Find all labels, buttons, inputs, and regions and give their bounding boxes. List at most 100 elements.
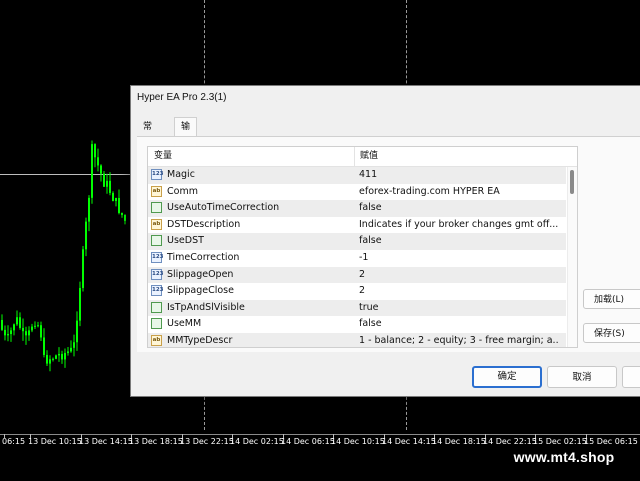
str-type-icon: ab [151, 185, 162, 197]
time-tick-label: 14 Dec 06:15 [281, 437, 335, 446]
candle-body [28, 330, 30, 336]
inputs-table: 变量 赋值 123 Magic 411 ab Comm eforex-trading.co… [147, 146, 578, 348]
candle-body [10, 330, 12, 335]
candle-body [19, 317, 21, 328]
table-row[interactable]: 123 Magic 411 [148, 167, 566, 184]
candle-body [43, 337, 45, 355]
candle-body [115, 197, 117, 201]
load-button[interactable]: 加载(L) [583, 289, 640, 309]
parameter-value[interactable]: 2 [359, 283, 559, 300]
candle-body [40, 325, 42, 338]
candle-body [13, 324, 15, 331]
candle-body [31, 326, 33, 331]
candle-body [70, 347, 72, 352]
bool-type-icon [151, 235, 162, 247]
candle-body [55, 355, 57, 359]
int-type-icon: 123 [151, 169, 163, 180]
parameter-value[interactable]: 2 [359, 267, 559, 284]
parameter-value[interactable]: 411 [359, 167, 559, 184]
table-row[interactable]: 123 SlippageClose 2 [148, 283, 566, 300]
time-tick-label: 13 Dec 10:15 [28, 437, 82, 446]
parameter-value[interactable]: eforex-trading.com HYPER EA [359, 184, 559, 201]
time-tick-label: 13 Dec 18:15 [129, 437, 183, 446]
parameter-name: Magic [167, 169, 195, 180]
parameter-name: UseDST [167, 235, 204, 247]
scrollbar-thumb[interactable] [570, 170, 574, 194]
bool-type-icon [151, 202, 162, 214]
parameter-name: UseMM [167, 318, 202, 330]
candle-body [46, 354, 48, 364]
parameter-name: SlippageOpen [167, 268, 234, 280]
candle-body [16, 317, 18, 325]
table-row[interactable]: ab MMTypeDescr 1 - balance; 2 - equity; 3 … [148, 332, 566, 347]
parameter-value[interactable]: -1 [359, 250, 559, 267]
int-type-icon: 123 [151, 268, 163, 280]
candle-body [82, 249, 84, 288]
candle-body [52, 358, 54, 360]
candle-body [34, 325, 36, 327]
table-row[interactable]: ab Comm eforex-trading.com HYPER EA [148, 184, 566, 201]
str-type-icon: ab [151, 218, 162, 230]
table-row[interactable]: UseAutoTimeCorrection false [148, 200, 566, 217]
candle-body [37, 325, 39, 327]
table-header: 变量 赋值 [148, 147, 577, 167]
candlesticks [1, 140, 126, 372]
time-tick-label: 14 Dec 14:15 [382, 437, 436, 446]
str-type-icon: ab [151, 334, 162, 346]
parameter-value[interactable]: 1 - balance; 2 - equity; 3 - free margin… [359, 333, 559, 347]
parameter-value[interactable]: Indicates if your broker changes gmt off… [359, 217, 559, 234]
candle-body [121, 212, 123, 215]
tab-inputs[interactable]: 输入参数 [174, 117, 198, 186]
int-type-icon: 123 [151, 285, 163, 297]
table-body: 123 Magic 411 ab Comm eforex-trading.com HYPE… [148, 167, 566, 347]
bool-type-icon [151, 318, 162, 330]
ea-properties-dialog: Hyper EA Pro 2.3(1) 常用 输入参数 变量 赋值 123 Mag… [130, 85, 640, 397]
reset-button[interactable] [622, 366, 640, 388]
candle-body [4, 329, 6, 336]
time-tick-label: 14 Dec 10:15 [331, 437, 385, 446]
candle-body [22, 327, 24, 332]
bool-type-icon [151, 301, 162, 313]
ok-button[interactable]: 确定 [472, 366, 542, 388]
parameter-value[interactable]: false [359, 233, 559, 250]
cancel-button[interactable]: 取消 [547, 366, 617, 388]
candle-body [61, 353, 63, 360]
candle-body [64, 352, 66, 360]
table-row[interactable]: UseDST false [148, 233, 566, 250]
candle-body [109, 180, 111, 193]
parameter-name: IsTpAndSlVisible [167, 301, 245, 313]
column-header-value[interactable]: 赋值 [360, 147, 378, 166]
candle-body [25, 331, 27, 336]
candle-body [88, 197, 90, 222]
time-tick-label: 14 Dec 18:15 [432, 437, 486, 446]
table-row[interactable]: ab DSTDescription Indicates if your broker… [148, 217, 566, 234]
time-tick-label: 14 Dec 02:15 [230, 437, 284, 446]
dialog-title: Hyper EA Pro 2.3(1) [137, 92, 227, 103]
parameter-name: DSTDescription [167, 218, 241, 230]
candle-body [76, 320, 78, 343]
table-row[interactable]: 123 TimeCorrection -1 [148, 250, 566, 267]
candle-body [112, 192, 114, 201]
parameter-value[interactable]: false [359, 200, 559, 217]
table-row[interactable]: 123 SlippageOpen 2 [148, 266, 566, 284]
vertical-scrollbar[interactable] [567, 167, 577, 347]
parameter-name: SlippageClose [167, 285, 234, 297]
candle-body [1, 320, 3, 330]
candle-body [58, 353, 60, 356]
candle-body [100, 165, 102, 174]
save-button[interactable]: 保存(S) [583, 323, 640, 343]
parameter-name: MMTypeDescr [167, 334, 233, 346]
parameter-name: TimeCorrection [167, 251, 240, 263]
parameter-name: UseAutoTimeCorrection [167, 202, 280, 214]
candle-body [118, 197, 120, 213]
parameter-value[interactable]: true [359, 300, 559, 317]
tab-common[interactable]: 常用 [137, 118, 158, 150]
candle-body [79, 287, 81, 321]
column-header-variable[interactable]: 变量 [154, 147, 172, 166]
candle-body [94, 144, 96, 158]
time-tick-label: 06:15 [2, 437, 26, 446]
table-row[interactable]: IsTpAndSlVisible true [148, 299, 566, 317]
candle-body [103, 173, 105, 187]
parameter-value[interactable]: false [359, 316, 559, 333]
table-row[interactable]: UseMM false [148, 316, 566, 333]
